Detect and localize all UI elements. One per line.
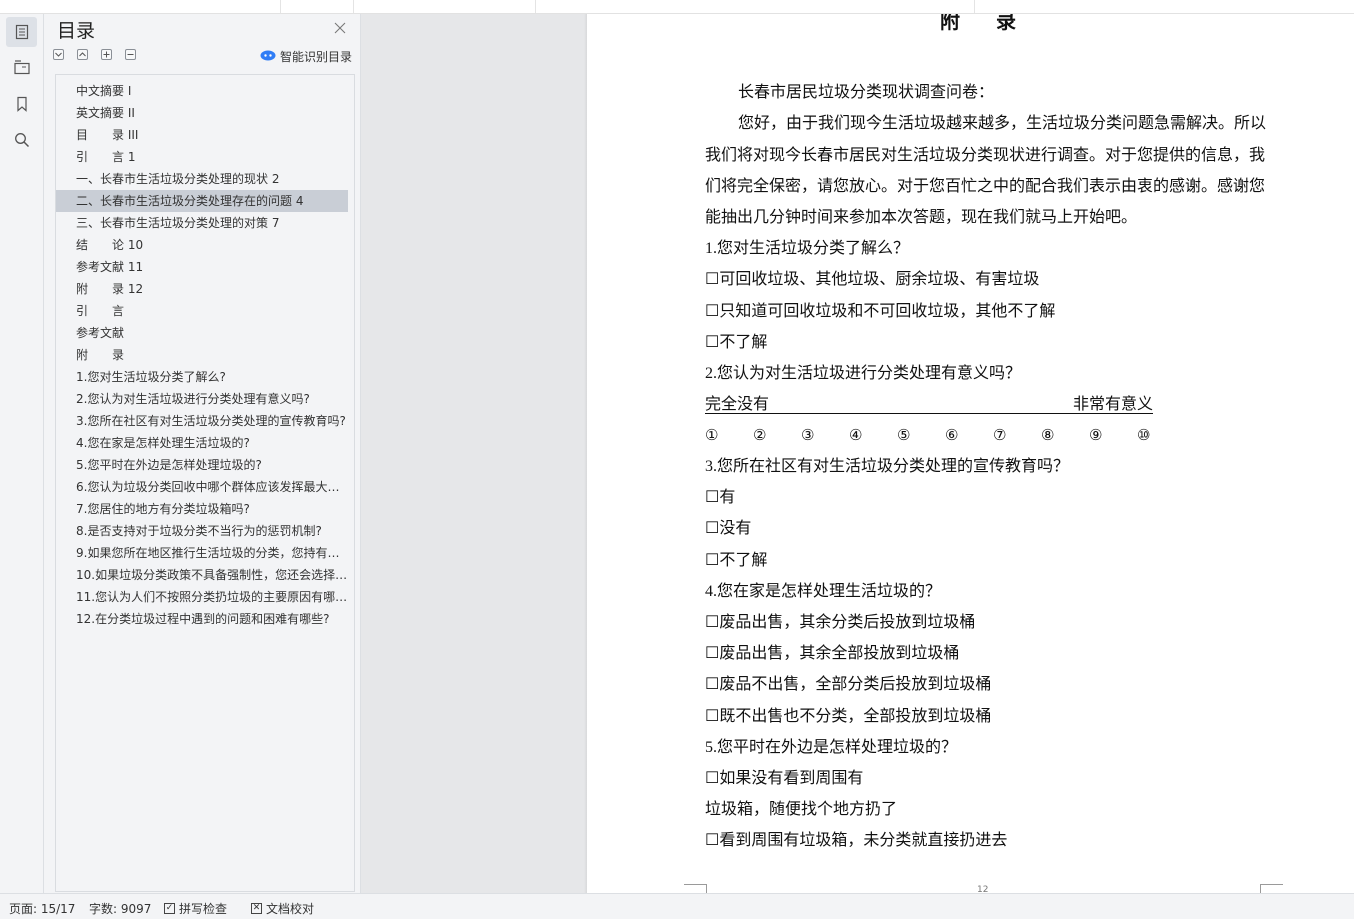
toc-list: 中文摘要 I 英文摘要 II 目 录 III 引 言 1 一、长春市生活垃圾分类处理的现… bbox=[55, 74, 355, 892]
bookmark-icon[interactable] bbox=[6, 89, 37, 119]
ruler-divider bbox=[974, 0, 975, 13]
toc-item[interactable]: 参考文献 bbox=[56, 322, 348, 344]
scale-option: ② bbox=[753, 426, 767, 444]
document-line: 您好，由于我们现今生活垃圾越来越多，生活垃圾分类问题急需解决。所以 bbox=[738, 115, 1267, 132]
toc-item[interactable]: 4.您在家是怎样处理生活垃圾的? bbox=[56, 432, 348, 454]
ruler-divider bbox=[535, 0, 536, 13]
status-bar: 页面: 15/17 字数: 9097 ✓ 拼写检查 ✕ 文档校对 bbox=[0, 893, 1354, 919]
collapse-all-icon[interactable] bbox=[125, 49, 136, 60]
toc-item[interactable]: 一、长春市生活垃圾分类处理的现状 2 bbox=[56, 168, 348, 190]
word-count-label: 字数: 9097 bbox=[89, 902, 152, 916]
toc-item[interactable]: 英文摘要 II bbox=[56, 102, 348, 124]
toc-panel-icon[interactable] bbox=[6, 17, 37, 47]
scale-option: ① bbox=[705, 426, 719, 444]
toc-item[interactable]: 9.如果您所在地区推行生活垃圾的分类，您持有什么态度? bbox=[56, 542, 348, 564]
proofread-button[interactable]: ✕ 文档校对 bbox=[251, 900, 314, 917]
page-corner-left bbox=[684, 884, 707, 893]
document-line: ☐废品出售，其余全部投放到垃圾桶 bbox=[705, 645, 960, 663]
scale-option: ⑨ bbox=[1089, 426, 1103, 444]
page-corner-right bbox=[1260, 884, 1283, 893]
document-canvas[interactable]: 附录 长春市居民垃圾分类现状调查问卷： 您好，由于我们现今生活垃圾越来越多，生活垃… bbox=[361, 0, 1354, 895]
toc-panel: 目录 智能识别目录 中文摘要 I 英文摘要 II 目 录 III 引 言 1 一、长春市… bbox=[44, 0, 361, 893]
document-line: 长春市居民垃圾分类现状调查问卷： bbox=[738, 84, 995, 101]
scale-option: ⑥ bbox=[945, 426, 959, 444]
expand-all-icon[interactable] bbox=[101, 49, 112, 60]
chapter-nav-icon[interactable] bbox=[6, 52, 37, 82]
page-indicator-label: 页面: 15/17 bbox=[9, 902, 76, 916]
word-processor-window: 目录 智能识别目录 中文摘要 I 英文摘要 II 目 录 III 引 言 1 一、长春市… bbox=[0, 0, 1354, 919]
document-line: ☐可回收垃圾、其他垃圾、厨余垃圾、有害垃圾 bbox=[705, 271, 1040, 288]
toc-item[interactable]: 1.您对生活垃圾分类了解么? bbox=[56, 366, 348, 388]
document-line: 我们将对现今长春市居民对生活垃圾分类现状进行调查。对于您提供的信息，我 bbox=[705, 147, 1266, 164]
word-count[interactable]: 字数: 9097 bbox=[89, 900, 151, 917]
toc-item[interactable]: 6.您认为垃圾分类回收中哪个群体应该发挥最大作用? bbox=[56, 476, 348, 498]
ai-cloud-icon bbox=[260, 49, 276, 64]
top-ruler-strip bbox=[0, 0, 1354, 14]
document-line: ☐既不出售也不分类，全部投放到垃圾桶 bbox=[705, 707, 992, 725]
scale-option: ⑦ bbox=[993, 426, 1007, 444]
scale-option: ③ bbox=[801, 426, 815, 444]
toc-item[interactable]: 二、长春市生活垃圾分类处理存在的问题 4 bbox=[56, 190, 348, 212]
document-line: 5.您平时在外边是怎样处理垃圾的？ bbox=[705, 738, 958, 756]
spell-check-label: 拼写检查 bbox=[179, 902, 228, 916]
document-line: ☐有 bbox=[705, 489, 736, 507]
close-icon[interactable] bbox=[333, 20, 347, 34]
document-line: ☐只知道可回收垃圾和不可回收垃圾，其他不了解 bbox=[705, 303, 1056, 320]
toc-item[interactable]: 8.是否支持对于垃圾分类不当行为的惩罚机制? bbox=[56, 520, 348, 542]
toc-item[interactable]: 10.如果垃圾分类政策不具备强制性，您还会选择分类吗? bbox=[56, 564, 348, 586]
toc-item[interactable]: 目 录 III bbox=[56, 124, 348, 146]
document-line: 们将完全保密，请您放心。对于您百忙之中的配合我们表示由衷的感谢。感谢您 bbox=[705, 178, 1266, 195]
document-line: ☐废品不出售，全部分类后投放到垃圾桶 bbox=[705, 676, 992, 694]
document-line: 能抽出几分钟时间来参加本次答题，现在我们就马上开始吧。 bbox=[705, 209, 1138, 226]
page-indicator[interactable]: 页面: 15/17 bbox=[9, 900, 75, 917]
document-line: 1.您对生活垃圾分类了解么？ bbox=[705, 240, 910, 257]
expand-down-icon[interactable] bbox=[53, 49, 64, 60]
collapse-up-icon[interactable] bbox=[77, 49, 88, 60]
toc-item[interactable]: 7.您居住的地方有分类垃圾箱吗? bbox=[56, 498, 348, 520]
toc-item[interactable]: 结 论 10 bbox=[56, 234, 348, 256]
ruler-divider bbox=[280, 0, 281, 13]
scale-right-label: 非常有意义 bbox=[1073, 396, 1154, 413]
document-line: ☐不了解 bbox=[705, 551, 768, 569]
document-page[interactable]: 附录 长春市居民垃圾分类现状调查问卷： 您好，由于我们现今生活垃圾越来越多，生活垃… bbox=[587, 0, 1354, 895]
spell-check-icon: ✓ bbox=[164, 903, 175, 914]
document-line: ☐不了解 bbox=[705, 334, 768, 351]
proofread-icon: ✕ bbox=[251, 903, 262, 914]
document-line: ☐如果没有看到周围有 bbox=[705, 770, 864, 787]
toc-item[interactable]: 附 录 bbox=[56, 344, 348, 366]
toc-item[interactable]: 2.您认为对生活垃圾进行分类处理有意义吗? bbox=[56, 388, 348, 410]
ruler-divider bbox=[353, 0, 354, 13]
document-line: ☐废品出售，其余分类后投放到垃圾桶 bbox=[705, 614, 976, 631]
toc-item[interactable]: 参考文献 11 bbox=[56, 256, 348, 278]
toc-item[interactable]: 引 言 bbox=[56, 300, 348, 322]
scale-option: ⑩ bbox=[1137, 426, 1151, 444]
toc-item[interactable]: 5.您平时在外边是怎样处理垃圾的? bbox=[56, 454, 348, 476]
scale-option: ⑧ bbox=[1041, 426, 1055, 444]
scale-option: ⑤ bbox=[897, 426, 911, 444]
toc-item[interactable]: 12.在分类垃圾过程中遇到的问题和困难有哪些? bbox=[56, 608, 348, 630]
search-icon[interactable] bbox=[6, 125, 37, 155]
toc-item[interactable]: 11.您认为人们不按照分类扔垃圾的主要原因有哪些? bbox=[56, 586, 348, 608]
toc-item[interactable]: 三、长春市生活垃圾分类处理的对策 7 bbox=[56, 212, 348, 234]
document-line: ☐没有 bbox=[705, 520, 752, 538]
document-line: 4.您在家是怎样处理生活垃圾的？ bbox=[705, 582, 942, 600]
toc-item[interactable]: 中文摘要 I bbox=[56, 80, 348, 102]
document-line: 2.您认为对生活垃圾进行分类处理有意义吗？ bbox=[705, 365, 1022, 382]
proofread-label: 文档校对 bbox=[266, 902, 315, 916]
panel-title: 目录 bbox=[57, 20, 96, 42]
document-line: 3.您所在社区有对生活垃圾分类处理的宣传教育吗？ bbox=[705, 458, 1070, 475]
smart-toc-button[interactable]: 智能识别目录 bbox=[260, 47, 352, 65]
spell-check-button[interactable]: ✓ 拼写检查 bbox=[164, 900, 227, 917]
document-line: ☐看到周围有垃圾箱，未分类就直接扔进去 bbox=[705, 832, 1008, 850]
sidebar-rail bbox=[0, 0, 44, 893]
scale-left-label: 完全没有 bbox=[705, 396, 770, 413]
smart-toc-label: 智能识别目录 bbox=[280, 49, 353, 64]
toc-item[interactable]: 3.您所在社区有对生活垃圾分类处理的宣传教育吗? bbox=[56, 410, 348, 432]
toc-item[interactable]: 引 言 1 bbox=[56, 146, 348, 168]
document-line: 垃圾箱，随便找个地方扔了 bbox=[705, 801, 898, 819]
scale-underline bbox=[705, 413, 1153, 414]
scale-option: ④ bbox=[849, 426, 863, 444]
toc-item[interactable]: 附 录 12 bbox=[56, 278, 348, 300]
